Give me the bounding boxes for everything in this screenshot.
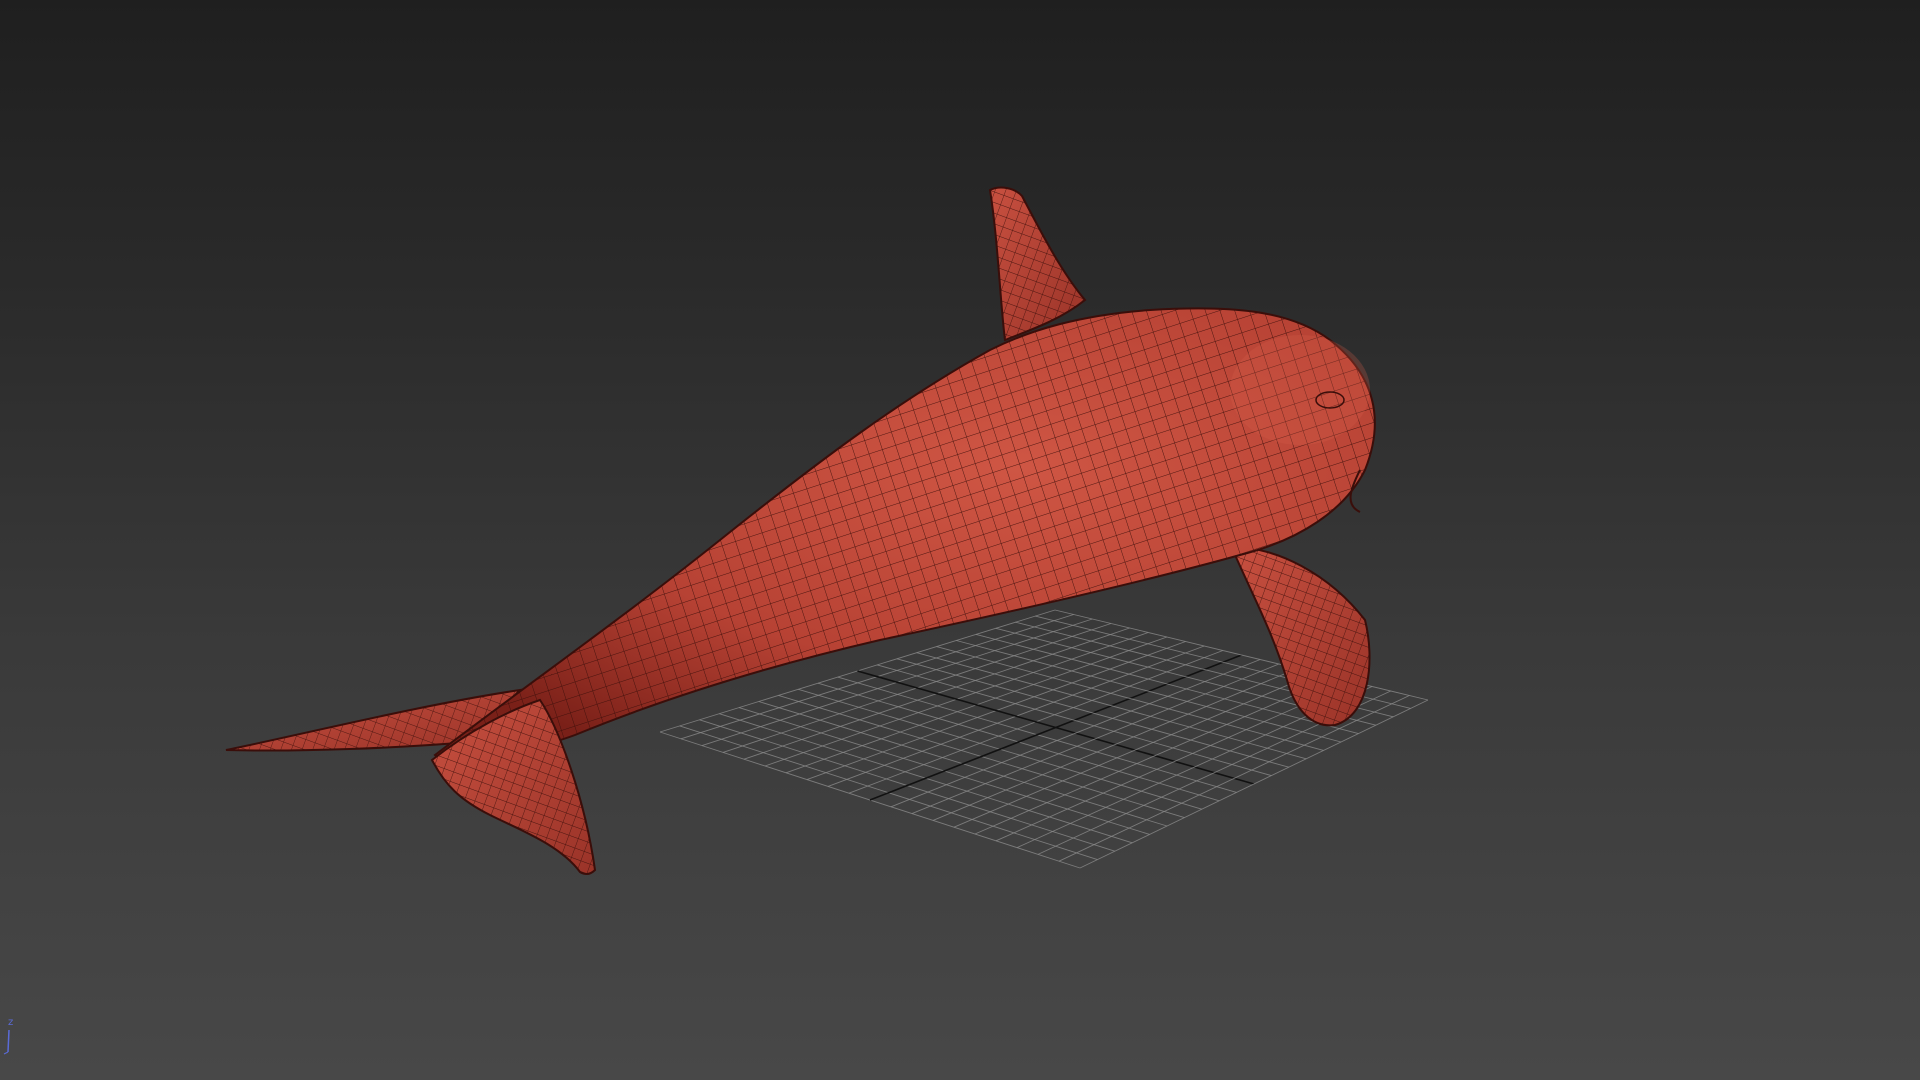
- perspective-viewport[interactable]: z: [0, 0, 1920, 1080]
- orca-model[interactable]: [225, 186, 1376, 876]
- scene-canvas[interactable]: [0, 0, 1920, 1080]
- axis-tripod-icon: z: [2, 1018, 26, 1058]
- grid-line: [1079, 699, 1429, 869]
- grid-line: [1058, 695, 1410, 862]
- grid-line: [1054, 609, 1429, 701]
